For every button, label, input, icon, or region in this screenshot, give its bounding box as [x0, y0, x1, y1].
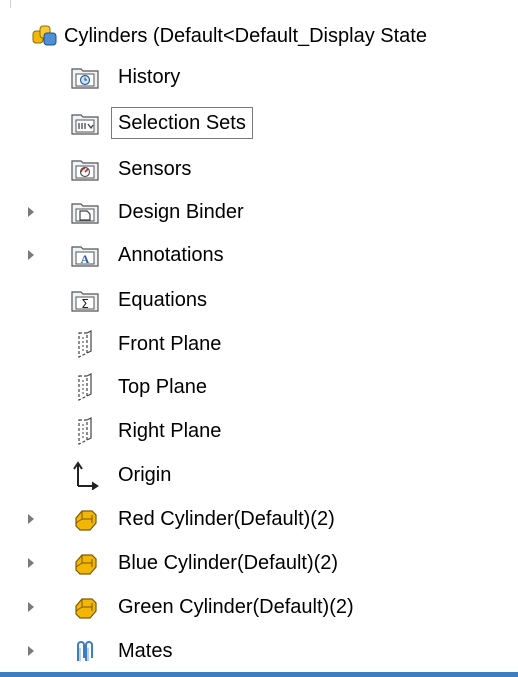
tree-item-selection-sets[interactable]: Selection Sets — [0, 101, 518, 145]
tree-item-origin[interactable]: Origin — [0, 453, 518, 497]
tree-item-green-cylinder[interactable]: Green Cylinder(Default)(2) — [0, 585, 518, 629]
tree-item-label: Top Plane — [118, 376, 207, 398]
expand-arrow-icon[interactable] — [28, 602, 34, 612]
bottom-accent-bar — [0, 672, 518, 677]
tree-item-design-binder[interactable]: Design Binder — [0, 190, 518, 234]
tree-item-mates[interactable]: Mates — [0, 629, 518, 673]
feature-manager-tree: Cylinders (Default<Default_Display State… — [0, 0, 518, 677]
tree-item-label: Red Cylinder(Default)(2) — [118, 508, 335, 530]
design-binder-folder-icon — [70, 197, 100, 227]
plane-icon — [70, 372, 100, 402]
expand-arrow-icon[interactable] — [28, 207, 34, 217]
tree-item-label: Design Binder — [118, 201, 244, 223]
tree-item-top-plane[interactable]: Top Plane — [0, 365, 518, 409]
plane-icon — [70, 329, 100, 359]
history-folder-icon — [70, 62, 100, 92]
plane-icon — [70, 416, 100, 446]
expand-arrow-icon[interactable] — [28, 514, 34, 524]
tree-item-blue-cylinder[interactable]: Blue Cylinder(Default)(2) — [0, 541, 518, 585]
selection-sets-folder-icon — [70, 108, 100, 138]
equations-folder-icon: Σ — [70, 285, 100, 315]
tree-item-label: Origin — [118, 464, 172, 486]
tree-root-cylinders[interactable]: Cylinders (Default<Default_Display State — [0, 14, 518, 58]
tree-item-history[interactable]: History — [0, 55, 518, 99]
tree-item-label: Annotations — [118, 244, 224, 266]
tree-item-label: History — [118, 66, 181, 88]
part-icon — [70, 592, 100, 622]
part-icon — [70, 504, 100, 534]
tree-item-label: Right Plane — [118, 420, 222, 442]
origin-icon — [70, 460, 100, 491]
tree-item-label: Equations — [118, 289, 207, 311]
tree-item-label: Front Plane — [118, 333, 222, 355]
tree-item-label: Blue Cylinder(Default)(2) — [118, 552, 339, 574]
tree-root-label: Cylinders (Default<Default_Display State — [64, 25, 427, 47]
tree-item-annotations[interactable]: A Annotations — [0, 233, 518, 277]
mates-icon — [70, 636, 100, 666]
tree-top-edge — [0, 0, 518, 8]
svg-text:Σ: Σ — [81, 297, 89, 311]
tree-item-label: Mates — [118, 640, 173, 662]
tree-item-label: Sensors — [118, 158, 192, 180]
expand-arrow-icon[interactable] — [28, 250, 34, 260]
tree-item-sensors[interactable]: Sensors — [0, 147, 518, 191]
expand-arrow-icon[interactable] — [28, 558, 34, 568]
tree-item-label: Green Cylinder(Default)(2) — [118, 596, 354, 618]
annotations-folder-icon: A — [70, 240, 100, 270]
tree-item-label: Selection Sets — [111, 107, 253, 139]
assembly-icon — [30, 21, 60, 51]
tree-item-right-plane[interactable]: Right Plane — [0, 409, 518, 453]
sensors-folder-icon — [70, 154, 100, 184]
part-icon — [70, 548, 100, 578]
tree-item-front-plane[interactable]: Front Plane — [0, 322, 518, 366]
tree-item-equations[interactable]: Σ Equations — [0, 278, 518, 322]
expand-arrow-icon[interactable] — [28, 646, 34, 656]
svg-text:A: A — [81, 252, 90, 266]
tree-item-red-cylinder[interactable]: Red Cylinder(Default)(2) — [0, 497, 518, 541]
